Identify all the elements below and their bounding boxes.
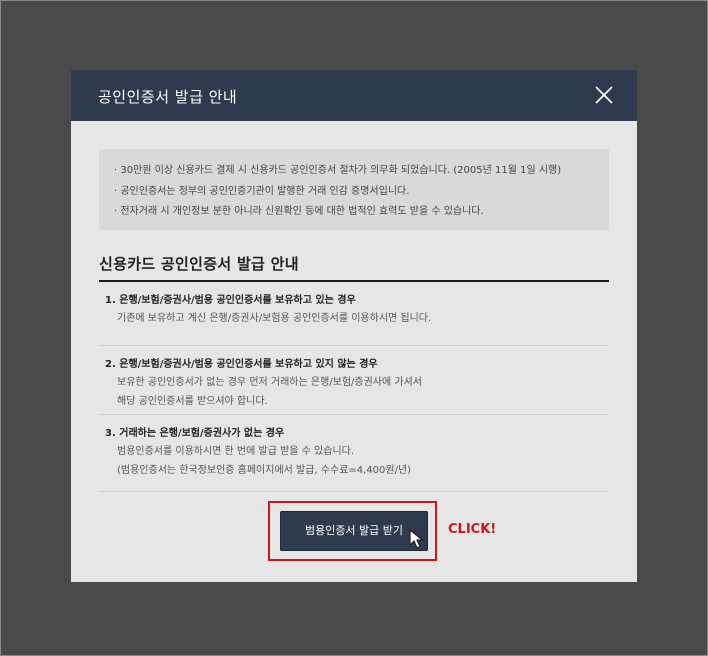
guide-item: 1. 은행/보험/증권사/범용 공인인증서를 보유하고 있는 경우 기존에 보유… [99, 288, 609, 346]
issue-certificate-button[interactable]: 범용인증서 발급 받기 [280, 511, 428, 551]
guide-item: 3. 거래하는 은행/보험/증권사가 없는 경우 범용인증서를 이용하시면 한 … [99, 415, 609, 492]
guide-heading: 3. 거래하는 은행/보험/증권사가 없는 경우 [105, 428, 285, 439]
guide-desc: (범용인증서는 한국정보인증 홈페이지에서 발급, 수수료=4,400원/년) [117, 465, 412, 476]
notice-box: · 30만원 이상 신용카드 결제 시 신용카드 공인인증서 절차가 의무화 되… [99, 149, 609, 230]
hand-pointer-icon [407, 528, 427, 550]
close-button[interactable] [591, 82, 617, 108]
click-label: CLICK! [448, 522, 497, 537]
notice-line: · 공인인증서는 정부의 공인인증기관이 발행한 거래 인감 증명서입니다. [114, 185, 410, 197]
modal-title: 공인인증서 발급 안내 [98, 88, 238, 106]
notice-line: · 30만원 이상 신용카드 결제 시 신용카드 공인인증서 절차가 의무화 되… [114, 165, 562, 176]
guide-heading: 2. 은행/보험/증권사/범용 공인인증서를 보유하고 있지 않는 경우 [105, 359, 378, 370]
notice-line: · 전자거래 시 개인정보 분한 아니라 신원확인 등에 대한 법적인 효력도 … [114, 206, 484, 217]
modal-header: 공인인증서 발급 안내 [71, 70, 637, 121]
guide-desc: 보유한 공인인증서가 없는 경우 먼저 거래하는 은행/보험/증권사에 가셔서 [117, 377, 422, 388]
guide-desc: 해당 공인인증서를 받으셔야 합니다. [117, 396, 268, 407]
guide-heading: 1. 은행/보험/증권사/범용 공인인증서를 보유하고 있는 경우 [105, 295, 356, 306]
guide-item: 2. 은행/보험/증권사/범용 공인인증서를 보유하고 있지 않는 경우 보유한… [99, 346, 609, 415]
close-icon [595, 86, 613, 104]
section-title: 신용카드 공인인증서 발급 안내 [99, 255, 299, 273]
section-divider [99, 280, 609, 282]
guide-desc: 기존에 보유하고 계신 은행/증권사/보험용 공인인증서를 이용하시면 됩니다. [117, 313, 432, 324]
guide-desc: 범용인증서를 이용하시면 한 번에 발급 받을 수 있습니다. [117, 446, 355, 457]
